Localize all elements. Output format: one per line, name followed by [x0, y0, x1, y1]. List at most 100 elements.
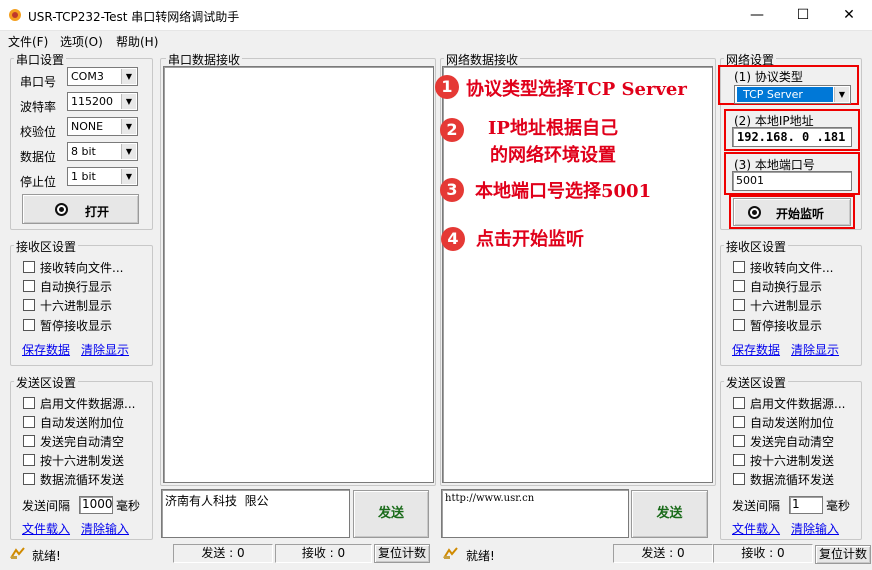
- left-send-option-label: 按十六进制发送: [40, 454, 125, 468]
- right-send-option-checkbox[interactable]: [733, 416, 745, 428]
- annotation-text: 本地端口号选择5001: [475, 181, 652, 202]
- left-recv-option-label: 自动换行显示: [40, 280, 113, 294]
- net-send-textarea[interactable]: http://www.usr.cn: [441, 489, 629, 538]
- left-send-option-label: 启用文件数据源...: [40, 397, 136, 411]
- right-recv-option-label: 十六进制显示: [750, 299, 823, 313]
- chevron-down-icon: ▼: [121, 144, 136, 159]
- baud-label: 波特率: [20, 100, 57, 114]
- left-status-ready: 就绪!: [32, 549, 61, 563]
- ready-icon: [10, 547, 25, 559]
- minimize-button[interactable]: —: [734, 0, 780, 31]
- left-send-option-checkbox[interactable]: [23, 416, 35, 428]
- left-save-data-link[interactable]: 保存数据: [22, 341, 70, 358]
- right-recv-option-checkbox[interactable]: [733, 319, 745, 331]
- chevron-down-icon: ▼: [121, 69, 136, 84]
- right-reset-count-button[interactable]: 复位计数: [815, 545, 871, 564]
- left-recv-option-checkbox[interactable]: [23, 280, 35, 292]
- left-interval-input[interactable]: 1000: [79, 496, 113, 514]
- net-send-button[interactable]: 发送: [631, 490, 708, 538]
- serial-send-button[interactable]: 发送: [353, 490, 429, 538]
- right-send-option-label: 启用文件数据源...: [750, 397, 846, 411]
- annotation-text: 点击开始监听: [476, 229, 584, 250]
- stopbits-select[interactable]: 1 bit ▼: [67, 167, 138, 186]
- left-send-option-label: 自动发送附加位: [40, 416, 125, 430]
- left-send-option-checkbox[interactable]: [23, 473, 35, 485]
- left-recv-option-label: 接收转向文件...: [40, 261, 124, 275]
- left-recv-legend: 接收区设置: [14, 238, 79, 255]
- protocol-label: (1) 协议类型: [734, 70, 803, 84]
- left-recv-option-checkbox[interactable]: [23, 261, 35, 273]
- right-recv-option-checkbox[interactable]: [733, 261, 745, 273]
- databits-select[interactable]: 8 bit ▼: [67, 142, 138, 161]
- left-clear-display-link[interactable]: 清除显示: [81, 341, 129, 358]
- right-send-option-checkbox[interactable]: [733, 397, 745, 409]
- right-recv-option-checkbox[interactable]: [733, 280, 745, 292]
- left-send-option-checkbox[interactable]: [23, 435, 35, 447]
- chevron-down-icon: ▼: [121, 119, 136, 134]
- left-recv-option-label: 十六进制显示: [40, 299, 113, 313]
- local-port-input[interactable]: 5001: [732, 171, 852, 191]
- left-recv-count: 接收 : 0: [275, 544, 372, 563]
- right-send-option-checkbox[interactable]: [733, 454, 745, 466]
- chevron-down-icon: ▼: [834, 87, 849, 102]
- close-button[interactable]: ✕: [826, 0, 872, 31]
- window-title: USR-TCP232-Test 串口转网络调试助手: [28, 10, 240, 24]
- right-recv-count: 接收 : 0: [713, 544, 813, 563]
- right-send-option-checkbox[interactable]: [733, 435, 745, 447]
- parity-label: 校验位: [20, 125, 57, 139]
- annotation-number: 4: [441, 227, 465, 251]
- right-recv-option-label: 接收转向文件...: [750, 261, 834, 275]
- menu-bar: 文件(F) 选项(O) 帮助(H): [0, 31, 872, 50]
- annotation-text: IP地址根据自己: [488, 118, 618, 139]
- right-interval-input[interactable]: 1: [789, 496, 823, 514]
- left-send-option-checkbox[interactable]: [23, 454, 35, 466]
- serial-send-textarea[interactable]: 济南有人科技 限公: [161, 489, 350, 538]
- right-save-data-link[interactable]: 保存数据: [732, 341, 780, 358]
- right-recv-option-checkbox[interactable]: [733, 299, 745, 311]
- ip-input[interactable]: 192.168. 0 .181: [732, 127, 852, 147]
- left-sent-count: 发送 : 0: [173, 544, 273, 563]
- baud-select[interactable]: 115200 ▼: [67, 92, 138, 111]
- right-send-option-label: 自动发送附加位: [750, 416, 835, 430]
- title-bar: USR-TCP232-Test 串口转网络调试助手 — ☐ ✕: [0, 0, 872, 31]
- annotation-text: 协议类型选择TCP Server: [466, 79, 687, 100]
- right-file-load-link[interactable]: 文件载入: [732, 520, 780, 537]
- left-interval-label: 发送间隔: [22, 499, 71, 513]
- status-dot-icon: [55, 203, 68, 216]
- right-send-legend: 发送区设置: [724, 374, 789, 391]
- port-select[interactable]: COM3 ▼: [67, 67, 138, 86]
- right-send-option-label: 发送完自动清空: [750, 435, 835, 449]
- maximize-button[interactable]: ☐: [780, 0, 826, 31]
- left-reset-count-button[interactable]: 复位计数: [374, 544, 430, 563]
- annotation-number: 3: [440, 178, 464, 202]
- parity-select[interactable]: NONE ▼: [67, 117, 138, 136]
- left-clear-input-link[interactable]: 清除输入: [81, 520, 129, 537]
- port-label: 串口号: [20, 75, 57, 89]
- menu-options[interactable]: 选项(O): [60, 33, 103, 50]
- protocol-select[interactable]: TCP Server ▼: [734, 85, 851, 104]
- right-send-option-checkbox[interactable]: [733, 473, 745, 485]
- right-clear-input-link[interactable]: 清除输入: [791, 520, 839, 537]
- menu-file[interactable]: 文件(F): [8, 33, 48, 50]
- left-send-option-label: 发送完自动清空: [40, 435, 125, 449]
- start-listen-button[interactable]: 开始监听: [733, 198, 851, 226]
- right-interval-label: 发送间隔: [732, 499, 781, 513]
- serial-recv-textarea[interactable]: [163, 66, 434, 483]
- right-sent-count: 发送 : 0: [613, 544, 713, 563]
- right-clear-display-link[interactable]: 清除显示: [791, 341, 839, 358]
- right-recv-option-label: 自动换行显示: [750, 280, 823, 294]
- status-dot-icon: [748, 206, 761, 219]
- ready-icon: [443, 547, 458, 559]
- left-recv-option-checkbox[interactable]: [23, 299, 35, 311]
- serial-settings-legend: 串口设置: [14, 51, 67, 68]
- left-send-option-label: 数据流循环发送: [40, 473, 125, 487]
- open-port-button[interactable]: 打开: [22, 194, 139, 224]
- right-recv-option-label: 暂停接收显示: [750, 319, 823, 333]
- menu-help[interactable]: 帮助(H): [116, 33, 158, 50]
- left-file-load-link[interactable]: 文件载入: [22, 520, 70, 537]
- right-interval-unit: 毫秒: [826, 499, 851, 513]
- left-recv-option-checkbox[interactable]: [23, 319, 35, 331]
- left-send-option-checkbox[interactable]: [23, 397, 35, 409]
- annotation-text: 的网络环境设置: [490, 145, 616, 166]
- databits-label: 数据位: [20, 150, 57, 164]
